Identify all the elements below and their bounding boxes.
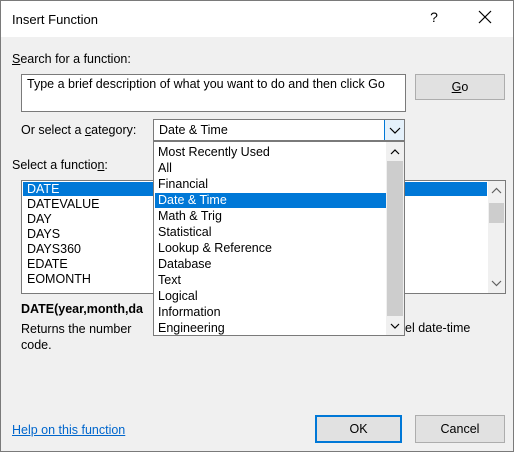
category-dropdown-scrollbar[interactable]	[386, 142, 404, 335]
category-option-math-trig[interactable]: Math & Trig	[155, 209, 386, 224]
category-select[interactable]: Date & Time	[153, 119, 405, 141]
category-option-database[interactable]: Database	[155, 257, 386, 272]
category-label: Or select a category:	[21, 123, 137, 137]
title-bar: Insert Function ?	[1, 1, 513, 37]
dropdown-arrow[interactable]	[384, 120, 404, 140]
go-button[interactable]: Go	[415, 74, 505, 100]
ok-button[interactable]: OK	[315, 415, 402, 443]
category-option-text[interactable]: Text	[155, 273, 386, 288]
category-selected-value: Date & Time	[159, 123, 228, 137]
search-input[interactable]: Type a brief description of what you wan…	[21, 74, 406, 112]
function-list-label: Select a function:	[12, 158, 108, 172]
function-description-continued: el date-time	[405, 321, 471, 335]
category-option-date-time[interactable]: Date & Time	[155, 193, 386, 208]
category-option-engineering[interactable]: Engineering	[155, 321, 386, 335]
chevron-down-icon	[389, 127, 401, 134]
category-option-financial[interactable]: Financial	[155, 177, 386, 192]
function-list-scrollbar[interactable]	[488, 181, 505, 293]
scroll-up-icon[interactable]	[386, 144, 404, 160]
function-signature: DATE(year,month,da	[21, 302, 144, 316]
search-label: Search for a function:	[12, 52, 131, 66]
scroll-down-icon[interactable]	[488, 275, 505, 291]
dialog-title: Insert Function	[12, 12, 98, 27]
scroll-up-icon[interactable]	[488, 183, 505, 199]
help-button[interactable]: ?	[424, 9, 444, 25]
category-option-all[interactable]: All	[155, 161, 386, 176]
function-description: Returns the number code.	[21, 322, 132, 352]
insert-function-dialog: Insert Function ? Search for a function:…	[0, 0, 514, 452]
scrollbar-thumb[interactable]	[489, 203, 504, 223]
category-option-most-recently-used[interactable]: Most Recently Used	[155, 145, 386, 160]
close-icon[interactable]	[475, 7, 495, 27]
category-option-logical[interactable]: Logical	[155, 289, 386, 304]
cancel-button[interactable]: Cancel	[415, 415, 505, 443]
help-on-function-link[interactable]: Help on this function	[12, 423, 125, 437]
scrollbar-thumb[interactable]	[387, 161, 403, 316]
scroll-down-icon[interactable]	[386, 318, 404, 334]
category-dropdown-list[interactable]: Most Recently Used All Financial Date & …	[153, 141, 405, 336]
category-option-lookup-reference[interactable]: Lookup & Reference	[155, 241, 386, 256]
category-option-information[interactable]: Information	[155, 305, 386, 320]
category-option-statistical[interactable]: Statistical	[155, 225, 386, 240]
